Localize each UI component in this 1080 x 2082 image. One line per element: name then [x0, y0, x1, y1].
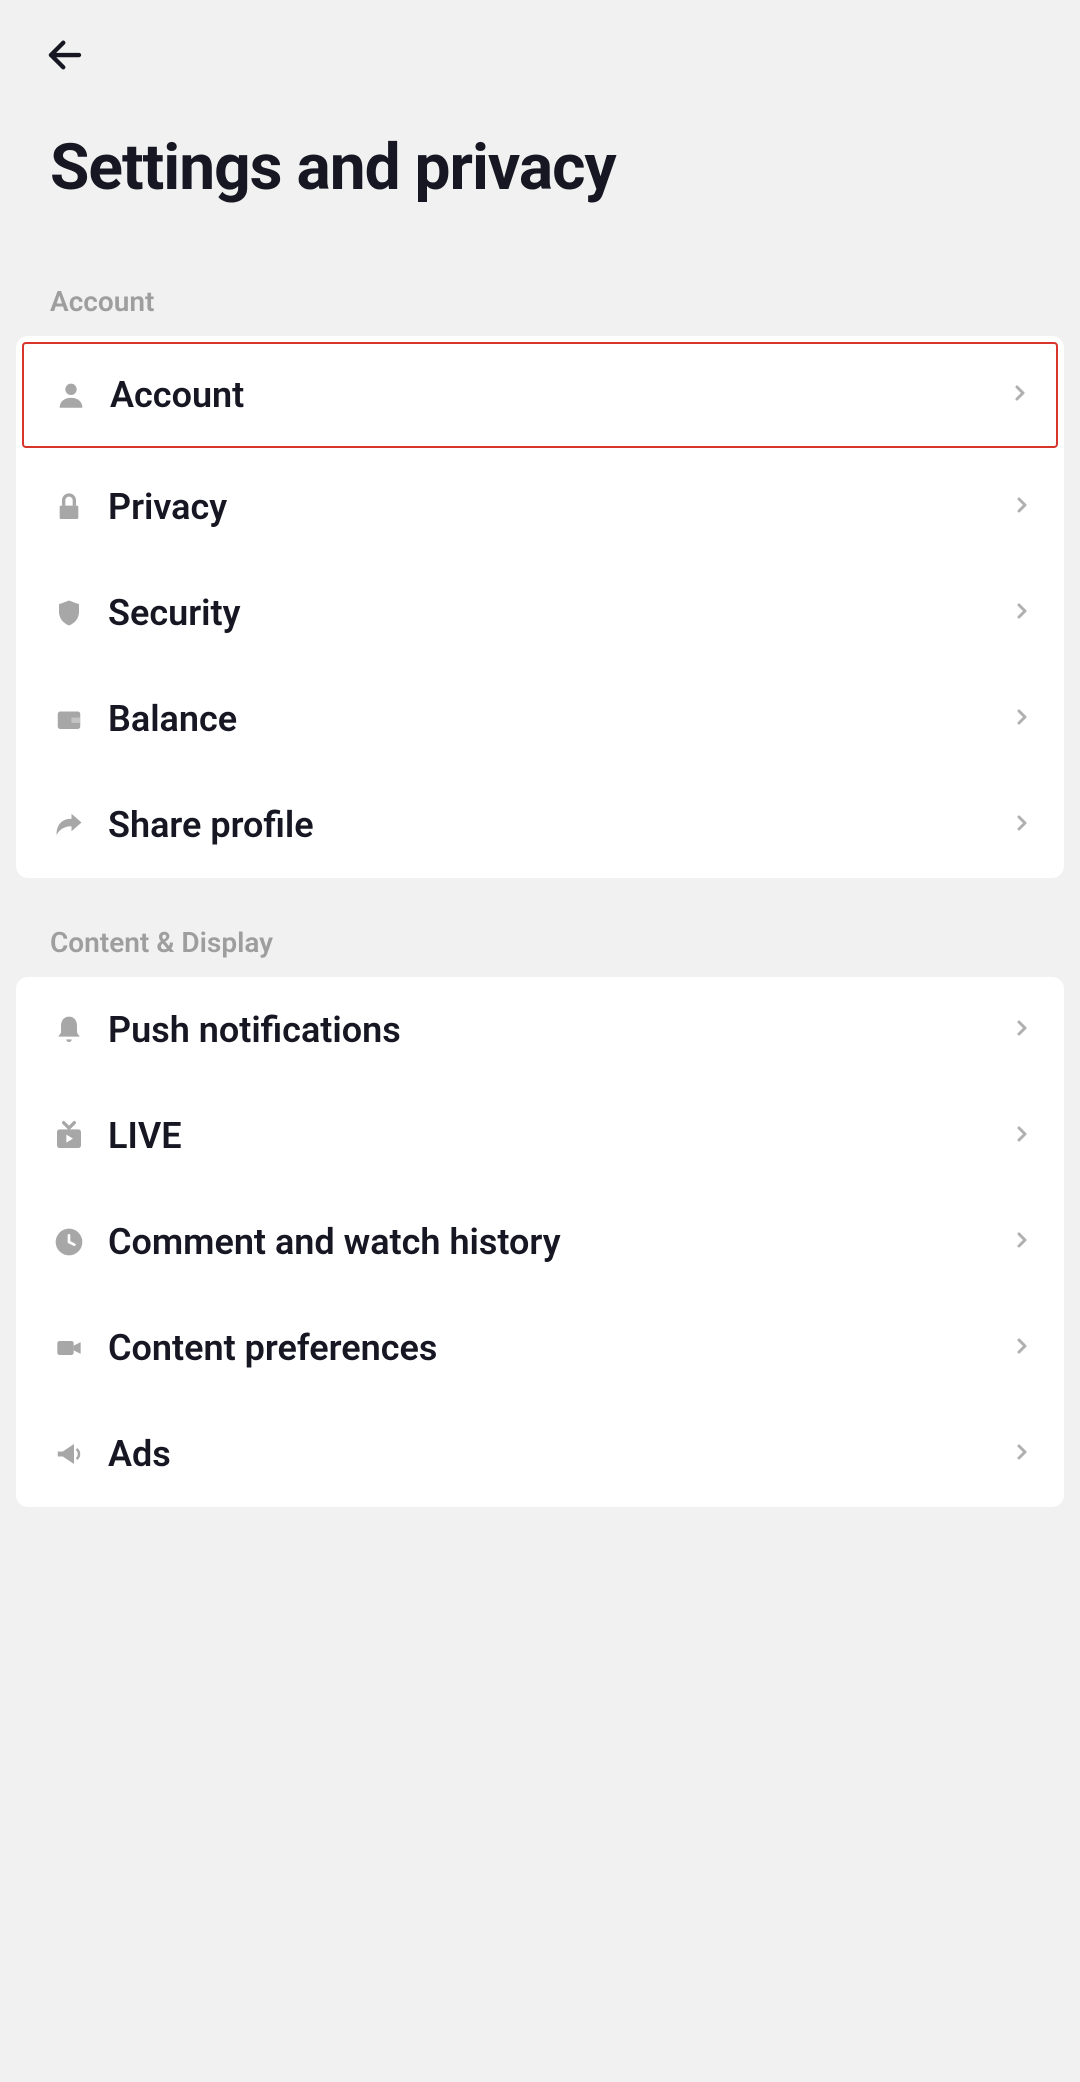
- chevron-right-icon: [1010, 1228, 1034, 1256]
- clock-icon: [50, 1223, 88, 1261]
- row-share-profile[interactable]: Share profile: [16, 772, 1064, 878]
- chevron-right-icon: [1010, 1122, 1034, 1150]
- content-display-card: Push notifications LIVE: [16, 977, 1064, 1507]
- row-account[interactable]: Account: [22, 342, 1058, 448]
- row-label: Share profile: [108, 804, 1010, 846]
- row-label: Balance: [108, 698, 1010, 740]
- row-privacy[interactable]: Privacy: [16, 454, 1064, 560]
- megaphone-icon: [50, 1435, 88, 1473]
- row-label: Content preferences: [108, 1327, 1010, 1369]
- row-label: Account: [110, 374, 1008, 416]
- arrow-left-icon: [44, 34, 86, 76]
- chevron-right-icon: [1010, 705, 1034, 733]
- tv-icon: [50, 1117, 88, 1155]
- shield-icon: [50, 594, 88, 632]
- bell-icon: [50, 1011, 88, 1049]
- row-label: Privacy: [108, 486, 1010, 528]
- row-label: Security: [108, 592, 1010, 634]
- chevron-right-icon: [1010, 811, 1034, 839]
- row-label: Comment and watch history: [108, 1221, 1010, 1263]
- section-header-content-display: Content & Display: [0, 916, 1080, 977]
- chevron-right-icon: [1010, 493, 1034, 521]
- chevron-right-icon: [1010, 599, 1034, 627]
- row-content-preferences[interactable]: Content preferences: [16, 1295, 1064, 1401]
- row-label: Ads: [108, 1433, 1010, 1475]
- row-label: LIVE: [108, 1115, 1010, 1157]
- chevron-right-icon: [1008, 381, 1032, 409]
- account-card: Account Privacy Security: [16, 336, 1064, 878]
- video-icon: [50, 1329, 88, 1367]
- wallet-icon: [50, 700, 88, 738]
- share-icon: [50, 806, 88, 844]
- chevron-right-icon: [1010, 1016, 1034, 1044]
- section-header-account: Account: [0, 275, 1080, 336]
- person-icon: [52, 376, 90, 414]
- row-ads[interactable]: Ads: [16, 1401, 1064, 1507]
- row-comment-watch-history[interactable]: Comment and watch history: [16, 1189, 1064, 1295]
- back-button[interactable]: [40, 30, 90, 80]
- page-title: Settings and privacy: [0, 80, 1080, 275]
- chevron-right-icon: [1010, 1440, 1034, 1468]
- lock-icon: [50, 488, 88, 526]
- row-push-notifications[interactable]: Push notifications: [16, 977, 1064, 1083]
- row-balance[interactable]: Balance: [16, 666, 1064, 772]
- row-security[interactable]: Security: [16, 560, 1064, 666]
- row-live[interactable]: LIVE: [16, 1083, 1064, 1189]
- row-label: Push notifications: [108, 1009, 1010, 1051]
- chevron-right-icon: [1010, 1334, 1034, 1362]
